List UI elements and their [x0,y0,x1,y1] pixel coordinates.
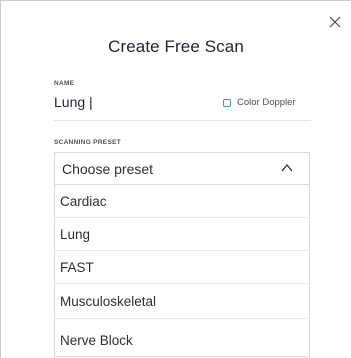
preset-option-nerve-block[interactable]: Nerve Block [55,319,309,358]
color-doppler-label: Color Doppler [237,97,296,108]
preset-select[interactable]: Choose preset [54,152,310,184]
preset-select-value: Choose preset [62,161,154,177]
chevron-up-icon [281,163,293,172]
create-free-scan-dialog: Create Free Scan NAME Lung | Color Doppl… [0,0,351,358]
close-icon[interactable] [328,15,342,29]
preset-option-lung[interactable]: Lung [55,218,309,251]
name-input[interactable]: Lung | [54,94,93,110]
preset-options-list: Cardiac Lung FAST Musculoskeletal Nerve … [54,184,310,358]
options-divider [54,356,310,357]
preset-option-fast[interactable]: FAST [55,251,309,284]
preset-option-musculoskeletal[interactable]: Musculoskeletal [55,284,309,319]
name-input-underline [54,120,311,121]
preset-option-cardiac[interactable]: Cardiac [55,185,309,218]
name-label: NAME [54,80,75,87]
color-doppler-checkbox[interactable] [223,98,231,107]
color-doppler-toggle[interactable]: Color Doppler [223,97,296,108]
scanning-preset-label: SCANNING PRESET [54,139,121,146]
dialog-title: Create Free Scan [108,37,244,56]
